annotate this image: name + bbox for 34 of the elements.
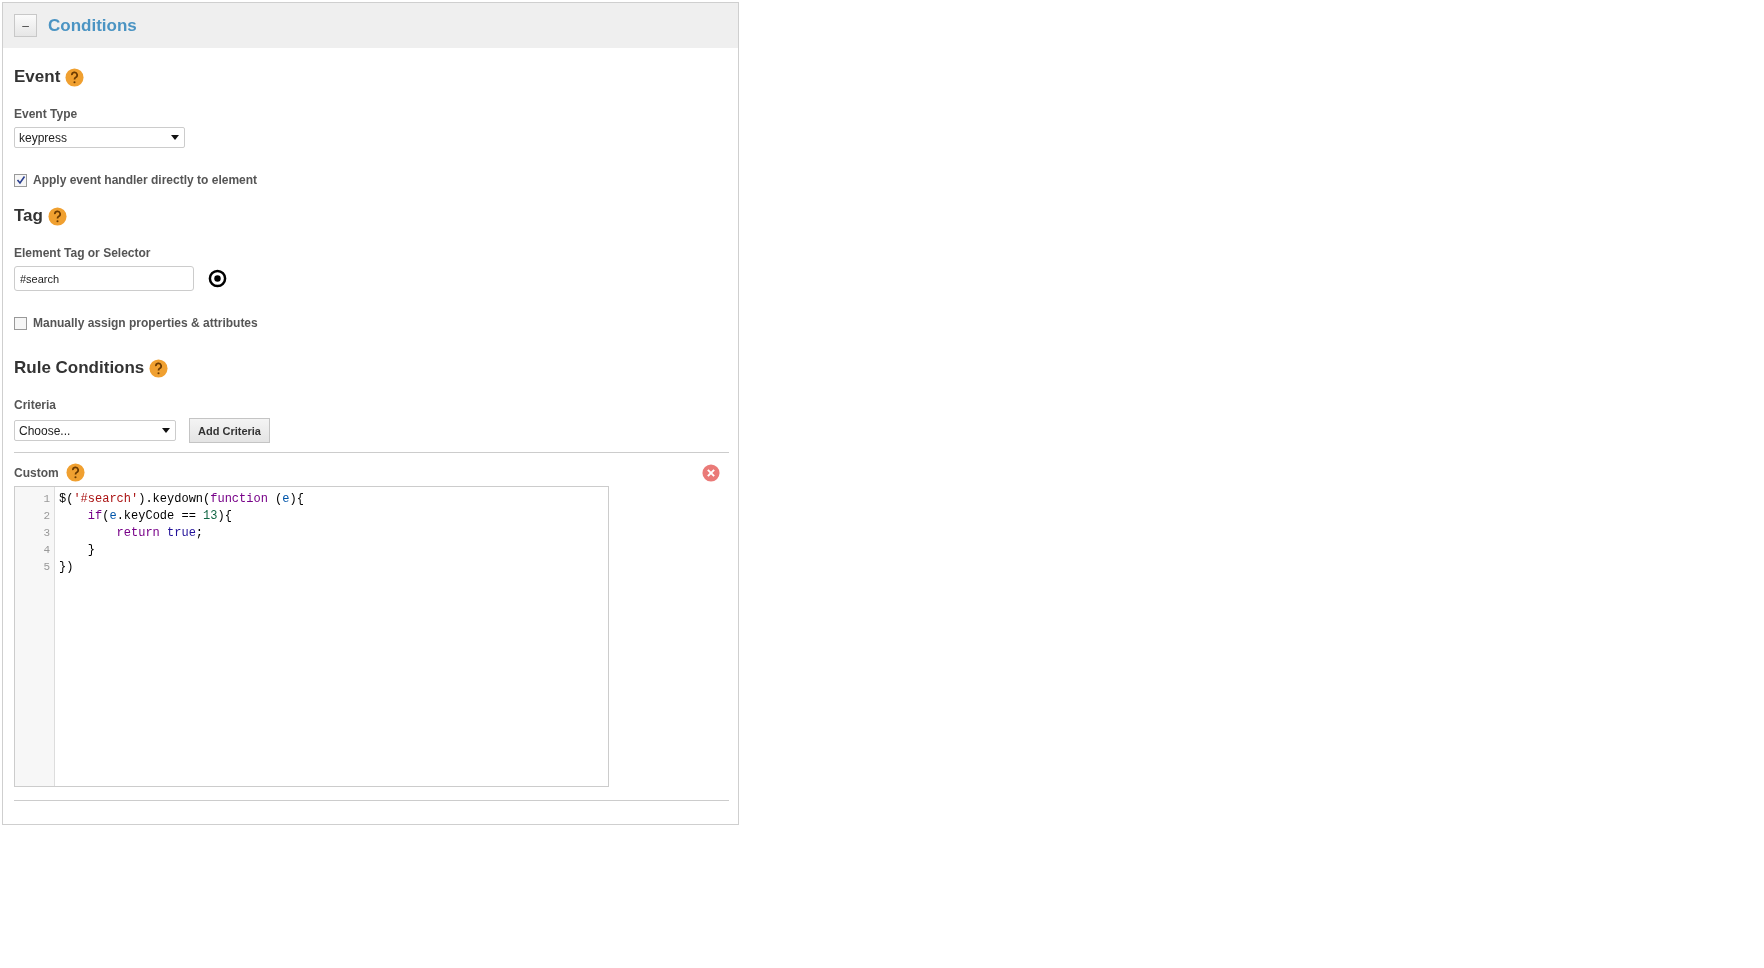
- code-line: return true;: [115, 525, 205, 542]
- section-heading: Event: [14, 67, 61, 87]
- line-number: 1: [42, 492, 51, 507]
- field-label: Custom: [14, 465, 59, 480]
- field-label: Element Tag or Selector: [14, 246, 152, 260]
- line-number: 4: [42, 543, 51, 558]
- code-line: if(e.keyCode == 13){: [86, 508, 233, 525]
- line-number: 2: [42, 509, 51, 524]
- target-icon[interactable]: [208, 269, 227, 288]
- add-criteria-button[interactable]: Add Criteria: [189, 418, 270, 443]
- checkbox-label: Manually assign properties & attributes: [33, 316, 258, 330]
- code-line: }): [59, 559, 75, 576]
- line-number: 3: [42, 526, 51, 541]
- checkbox-label: Apply event handler directly to element: [33, 173, 258, 187]
- panel-title: Conditions: [48, 15, 137, 36]
- help-icon[interactable]: [47, 206, 67, 226]
- code-line: }: [86, 542, 96, 559]
- section-heading: Tag: [14, 206, 43, 226]
- event-type-select[interactable]: keypress: [14, 127, 185, 148]
- section-heading: Rule Conditions: [14, 358, 145, 378]
- checkbox[interactable]: [14, 316, 27, 330]
- selector-field[interactable]: #search: [14, 266, 194, 291]
- code-editor[interactable]: 1 2 3 4 5 $('#search').keydown(function (e){ if(e.keyCode == 13){ return true; } }): [14, 486, 609, 787]
- checkbox[interactable]: [14, 173, 27, 187]
- criteria-select[interactable]: Choose...: [14, 420, 176, 441]
- field-label: Event Type: [14, 107, 79, 121]
- field-label: Criteria: [14, 398, 58, 412]
- remove-icon[interactable]: [702, 463, 720, 482]
- help-icon[interactable]: [65, 463, 85, 482]
- collapse-button[interactable]: –: [14, 14, 37, 37]
- help-icon[interactable]: [149, 358, 169, 378]
- help-icon[interactable]: [65, 67, 85, 87]
- code-line: $('#search').keydown(function (e){: [59, 491, 304, 508]
- line-number: 5: [42, 560, 51, 575]
